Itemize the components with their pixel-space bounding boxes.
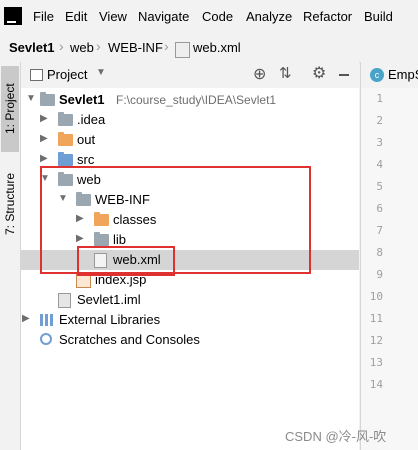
expanded-arrow-icon[interactable]: ▼ xyxy=(26,93,36,104)
menu-analyze[interactable]: Analyze xyxy=(246,9,292,24)
tree-row-idea[interactable]: ▶ .idea xyxy=(21,110,359,130)
folder-icon xyxy=(58,112,73,126)
tree-row-scratches[interactable]: Scratches and Consoles xyxy=(21,330,359,350)
line-number: 2 xyxy=(376,114,383,127)
menu-edit[interactable]: Edit xyxy=(65,9,87,24)
annotation-box-webxml xyxy=(77,246,175,276)
line-number: 10 xyxy=(369,290,383,303)
line-number: 13 xyxy=(369,356,383,369)
project-tool-tab-label: 1: Project xyxy=(3,83,17,135)
line-number: 8 xyxy=(376,246,383,259)
chevron-right-icon: › xyxy=(59,38,64,54)
collapsed-arrow-icon[interactable]: ▶ xyxy=(22,313,30,324)
project-panel-header: Project ▼ ⊕ ⇅ ⚙ xyxy=(21,62,359,89)
tree-label-scratches: Scratches and Consoles xyxy=(59,332,200,347)
tree-row-external-libraries[interactable]: ▶ External Libraries xyxy=(21,310,359,330)
menu-build[interactable]: Build xyxy=(364,9,393,24)
line-number: 14 xyxy=(369,378,383,391)
menu-file[interactable]: File xyxy=(33,9,54,24)
xml-file-icon xyxy=(175,42,190,58)
project-view-icon xyxy=(30,69,43,81)
line-number: 3 xyxy=(376,136,383,149)
tree-label-external: External Libraries xyxy=(59,312,161,327)
tree-row-out[interactable]: ▶ out xyxy=(21,130,359,150)
collapsed-arrow-icon[interactable]: ▶ xyxy=(40,133,48,144)
chevron-down-icon[interactable]: ▼ xyxy=(96,67,106,78)
tree-root-path: F:\course_study\IDEA\Sevlet1 xyxy=(116,93,277,107)
intellij-logo-icon xyxy=(4,7,22,25)
collapse-all-icon[interactable]: ⇅ xyxy=(279,64,292,82)
line-number: 5 xyxy=(376,180,383,193)
collapsed-arrow-icon[interactable]: ▶ xyxy=(40,153,48,164)
tree-label-out: out xyxy=(77,132,96,147)
hide-icon[interactable] xyxy=(339,74,349,76)
menu-view[interactable]: View xyxy=(99,9,127,24)
source-folder-icon xyxy=(58,152,73,166)
editor-tab-bar: c EmpS xyxy=(360,62,418,89)
breadcrumb-web[interactable]: web xyxy=(70,40,94,55)
gear-icon[interactable]: ⚙ xyxy=(312,63,326,83)
iml-file-icon xyxy=(58,293,71,308)
chevron-right-icon: › xyxy=(96,38,101,54)
line-number: 12 xyxy=(369,334,383,347)
tool-window-strip: 1: Project 7: Structure xyxy=(0,62,21,450)
breadcrumb-webinf[interactable]: WEB-INF xyxy=(108,40,163,55)
locate-icon[interactable]: ⊕ xyxy=(253,64,266,84)
line-number: 1 xyxy=(376,92,383,105)
menu-code[interactable]: Code xyxy=(202,9,233,24)
menu-refactor[interactable]: Refactor xyxy=(303,9,352,24)
tree-label-iml: Sevlet1.iml xyxy=(77,292,141,307)
library-icon xyxy=(40,314,54,326)
line-number: 11 xyxy=(369,312,383,325)
excluded-folder-icon xyxy=(58,132,73,146)
tree-label-root: Sevlet1 xyxy=(59,92,105,107)
tree-label-src: src xyxy=(77,152,95,167)
menu-bar: File Edit View Navigate Code Analyze Ref… xyxy=(0,0,418,35)
chevron-right-icon: › xyxy=(164,38,169,54)
watermark: CSDN @冷-风-吹 xyxy=(285,429,387,444)
structure-tool-tab-label: 7: Structure xyxy=(3,172,17,236)
scratches-icon xyxy=(40,333,52,345)
project-tool-tab[interactable]: 1: Project xyxy=(1,66,19,152)
collapsed-arrow-icon[interactable]: ▶ xyxy=(40,113,48,124)
tree-label-idea: .idea xyxy=(77,112,106,127)
breadcrumb: Sevlet1 › web › WEB-INF › web.xml xyxy=(0,34,418,63)
line-number: 7 xyxy=(376,224,383,237)
tree-row-iml[interactable]: Sevlet1.iml xyxy=(21,290,359,310)
module-folder-icon xyxy=(40,92,55,106)
editor-gutter: 1 2 3 4 5 6 7 8 9 10 11 12 13 14 xyxy=(360,88,418,450)
structure-tool-tab[interactable]: 7: Structure xyxy=(1,158,19,250)
line-number: 9 xyxy=(376,268,383,281)
line-number: 4 xyxy=(376,158,383,171)
breadcrumb-webxml[interactable]: web.xml xyxy=(193,40,241,55)
project-tree: ▼ Sevlet1 F:\course_study\IDEA\Sevlet1 ▶… xyxy=(21,88,359,450)
tree-row-root[interactable]: ▼ Sevlet1 F:\course_study\IDEA\Sevlet1 xyxy=(21,90,359,110)
class-icon: c xyxy=(370,68,384,82)
menu-navigate[interactable]: Navigate xyxy=(138,9,189,24)
editor-tab[interactable]: EmpS xyxy=(388,67,418,82)
line-number: 6 xyxy=(376,202,383,215)
project-view-selector[interactable]: Project xyxy=(47,67,87,82)
breadcrumb-project[interactable]: Sevlet1 xyxy=(9,40,55,55)
